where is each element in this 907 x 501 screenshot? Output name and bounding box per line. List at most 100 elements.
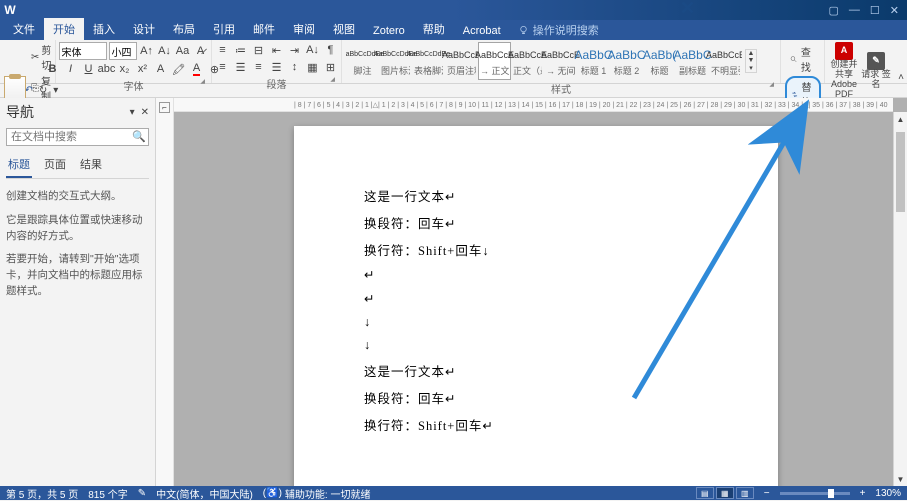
tab-layout[interactable]: 布局	[164, 18, 204, 40]
styles-gallery[interactable]: AaBbCcDdEe脚注AaBbCcDdEe图片标注AaBbCcDdEe表格脚注…	[346, 42, 742, 80]
clear-formatting-button[interactable]: A̷	[193, 43, 209, 59]
tell-me-search[interactable]: 操作说明搜索	[518, 22, 599, 40]
styles-row-up-icon[interactable]: ▲	[746, 50, 756, 57]
web-layout-button[interactable]: ▥	[736, 487, 754, 499]
tab-review[interactable]: 审阅	[284, 18, 324, 40]
font-color-button[interactable]: A	[189, 61, 205, 77]
page-content[interactable]: 这是一行文本↵换段符：回车↵换行符：Shift+回车↓↵↵↓↓这是一行文本↵换段…	[364, 186, 710, 442]
styles-row-down-icon[interactable]: ▼	[746, 57, 756, 64]
collapse-ribbon-button[interactable]: ˄	[895, 40, 907, 83]
style-item-9[interactable]: AaBb(标题	[643, 42, 676, 80]
spell-check-icon[interactable]: ✎	[138, 488, 146, 499]
doc-line-8[interactable]: 换段符：回车↵	[364, 388, 710, 407]
page-indicator[interactable]: 第 5 页，共 5 页	[6, 486, 78, 501]
maximize-icon[interactable]: ☐	[870, 4, 880, 17]
scroll-down-icon[interactable]: ▼	[894, 472, 907, 486]
style-item-11[interactable]: AaBbCcE不明显强调	[709, 42, 742, 80]
text-effects-button[interactable]: A	[153, 61, 169, 77]
nav-close-icon[interactable]: ✕	[141, 107, 149, 118]
tab-file[interactable]: 文件	[4, 18, 44, 40]
underline-button[interactable]: U	[81, 61, 97, 77]
doc-line-7[interactable]: 这是一行文本↵	[364, 361, 710, 380]
page[interactable]: 这是一行文本↵换段符：回车↵换行符：Shift+回车↓↵↵↓↓这是一行文本↵换段…	[294, 126, 778, 486]
tab-references[interactable]: 引用	[204, 18, 244, 40]
multilevel-list-button[interactable]: ⊟	[251, 42, 267, 58]
tab-mailings[interactable]: 邮件	[244, 18, 284, 40]
adobe-request-sign-button[interactable]: ✎ 请求 签名	[861, 52, 891, 90]
scroll-up-icon[interactable]: ▲	[894, 112, 907, 126]
tab-view[interactable]: 视图	[324, 18, 364, 40]
style-item-4[interactable]: AaBbCcE→ 正文	[478, 42, 511, 80]
font-name-select[interactable]	[59, 42, 107, 60]
tab-design[interactable]: 设计	[124, 18, 164, 40]
find-button[interactable]: 查找	[785, 42, 820, 76]
repeat-button[interactable]: ↻	[39, 85, 47, 96]
style-item-5[interactable]: AaBbCcE正文（悬…	[511, 42, 544, 80]
decrease-indent-button[interactable]: ⇤	[269, 42, 285, 58]
align-right-button[interactable]: ≡	[251, 59, 267, 75]
justify-button[interactable]: ☰	[269, 59, 285, 75]
nav-tab-pages[interactable]: 页面	[42, 154, 68, 178]
doc-line-2[interactable]: 换行符：Shift+回车↓	[364, 240, 710, 259]
language-indicator[interactable]: 中文(简体，中国大陆)	[156, 486, 253, 501]
italic-button[interactable]: I	[63, 61, 79, 77]
show-marks-button[interactable]: ¶	[323, 42, 339, 58]
shading-button[interactable]: ▦	[305, 59, 321, 75]
shrink-font-button[interactable]: A↓	[157, 43, 173, 59]
doc-line-9[interactable]: 换行符：Shift+回车↵	[364, 415, 710, 434]
read-mode-button[interactable]: ▤	[696, 487, 714, 499]
tab-home[interactable]: 开始	[44, 18, 84, 40]
minimize-icon[interactable]: —	[849, 4, 860, 17]
tab-acrobat[interactable]: Acrobat	[454, 22, 510, 40]
customize-qat-button[interactable]: ▾	[53, 85, 58, 96]
doc-line-3[interactable]: ↵	[364, 267, 710, 283]
zoom-slider[interactable]	[780, 492, 850, 495]
align-left-button[interactable]: ≡	[215, 59, 231, 75]
scroll-thumb[interactable]	[896, 132, 905, 212]
superscript-button[interactable]: x²	[135, 61, 151, 77]
subscript-button[interactable]: x₂	[117, 61, 133, 77]
close-icon[interactable]: ✕	[890, 4, 899, 17]
change-case-button[interactable]: Aa	[175, 43, 191, 59]
tab-selector[interactable]: ⌐	[159, 102, 170, 113]
zoom-in-button[interactable]: +	[860, 488, 866, 499]
grow-font-button[interactable]: A↑	[139, 43, 155, 59]
nav-search-icon[interactable]: 🔍	[132, 130, 146, 143]
ribbon-display-options-icon[interactable]: ▢	[829, 4, 839, 17]
bold-button[interactable]: B	[45, 61, 61, 77]
style-item-8[interactable]: AaBbC标题 2	[610, 42, 643, 80]
strikethrough-button[interactable]: abc	[99, 61, 115, 77]
styles-expand-icon[interactable]: ▾	[746, 64, 756, 72]
highlight-button[interactable]: 🖍	[171, 61, 187, 77]
zoom-slider-knob[interactable]	[828, 489, 834, 498]
tab-help[interactable]: 帮助	[414, 18, 454, 40]
zoom-level[interactable]: 130%	[875, 488, 901, 499]
tab-insert[interactable]: 插入	[84, 18, 124, 40]
style-item-7[interactable]: AaBbC标题 1	[577, 42, 610, 80]
style-item-2[interactable]: AaBbCcDdEe表格脚注	[412, 42, 445, 80]
nav-dropdown-icon[interactable]: ▾	[130, 107, 135, 118]
increase-indent-button[interactable]: ⇥	[287, 42, 303, 58]
style-item-10[interactable]: AaBbC副标题	[676, 42, 709, 80]
borders-button[interactable]: ⊞	[323, 59, 339, 75]
nav-tab-headings[interactable]: 标题	[6, 154, 32, 178]
numbering-button[interactable]: ≔	[233, 42, 249, 58]
styles-more-button[interactable]: ▲ ▼ ▾	[745, 49, 757, 73]
nav-search-input[interactable]	[6, 128, 149, 146]
zoom-out-button[interactable]: −	[764, 488, 770, 499]
doc-line-4[interactable]: ↵	[364, 291, 710, 307]
doc-line-5[interactable]: ↓	[364, 315, 710, 330]
sort-button[interactable]: A↓	[305, 42, 321, 58]
horizontal-ruler[interactable]: | 8 | 7 | 6 | 5 | 4 | 3 | 2 | 1 |△| 1 | …	[174, 98, 893, 112]
align-center-button[interactable]: ☰	[233, 59, 249, 75]
vertical-scrollbar[interactable]: ▲ ▼	[893, 112, 907, 486]
font-size-select[interactable]	[109, 42, 137, 60]
accessibility-indicator[interactable]: (♿) 辅助功能: 一切就绪	[263, 486, 371, 501]
doc-line-0[interactable]: 这是一行文本↵	[364, 186, 710, 205]
style-item-3[interactable]: AaBbCcE页眉注释	[445, 42, 478, 80]
line-spacing-button[interactable]: ↕	[287, 59, 303, 75]
doc-line-6[interactable]: ↓	[364, 338, 710, 353]
word-count[interactable]: 815 个字	[88, 486, 127, 501]
print-layout-button[interactable]: ▦	[716, 487, 734, 499]
tab-zotero[interactable]: Zotero	[364, 22, 414, 40]
